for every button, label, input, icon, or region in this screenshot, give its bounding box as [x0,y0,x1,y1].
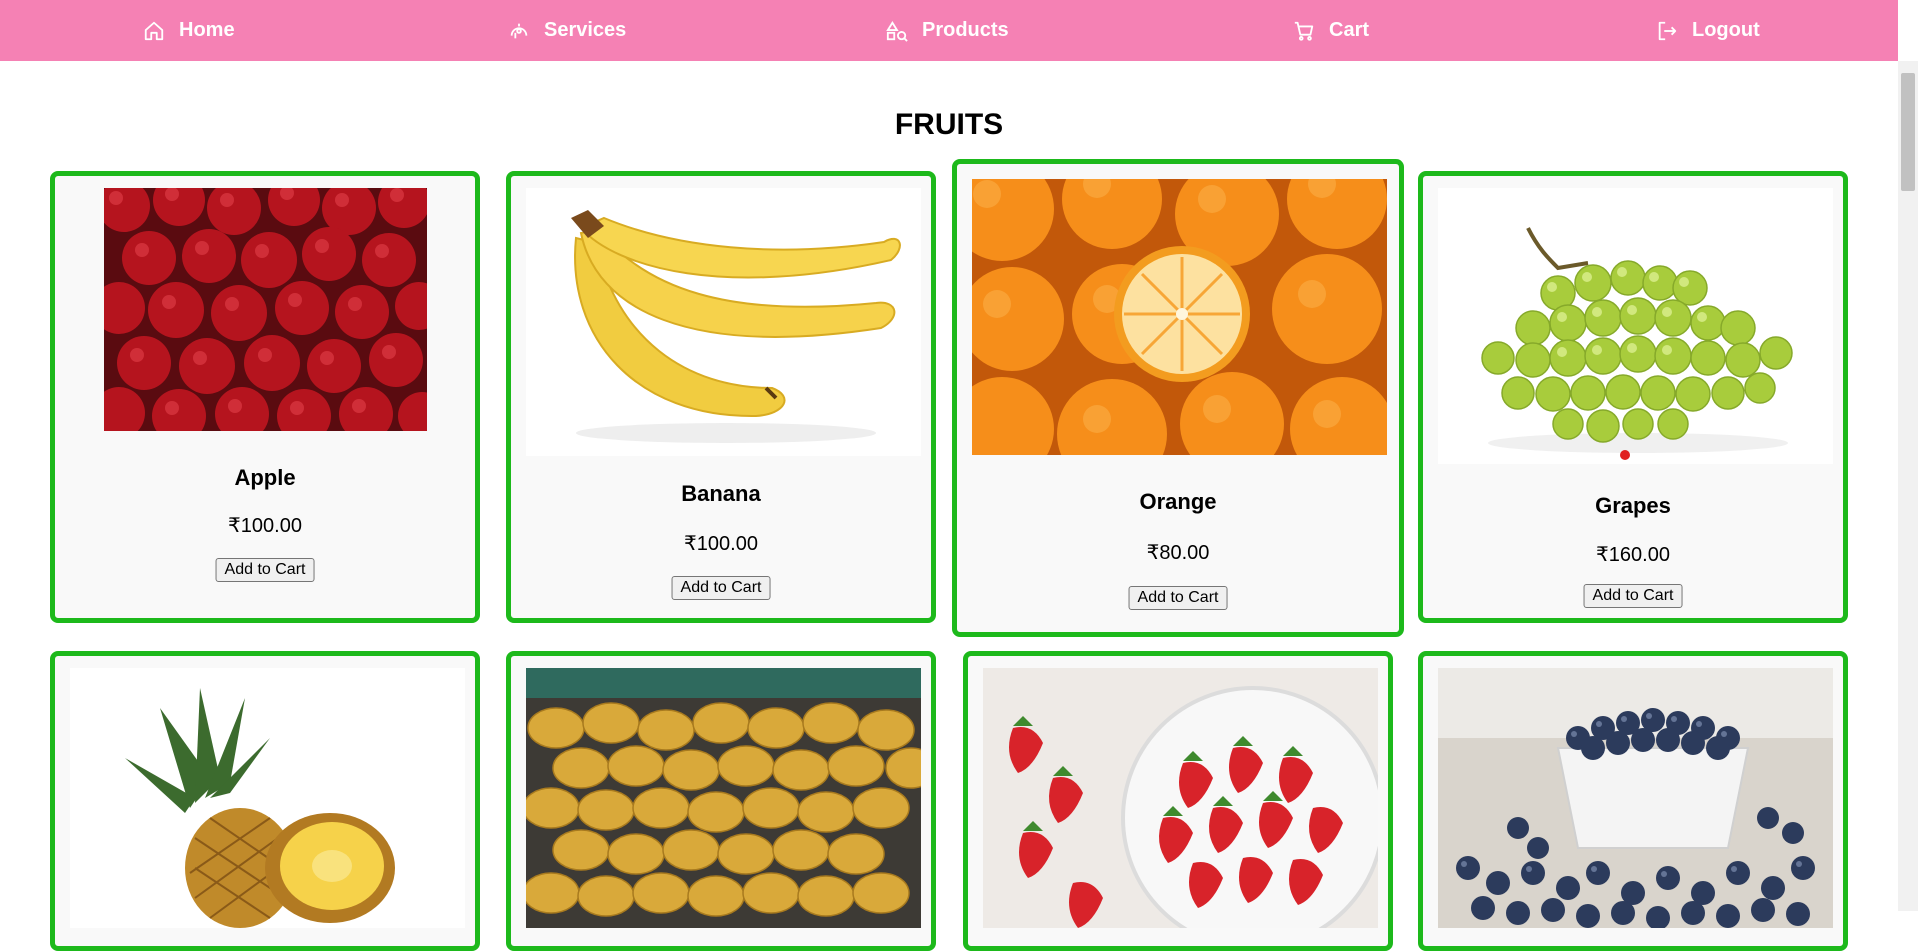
product-card-pineapple [50,651,480,951]
home-icon [144,21,164,40]
product-name: Grapes [1595,493,1671,518]
product-card-grapes: Grapes ₹160.00 Add to Cart [1418,171,1848,623]
product-price: ₹160.00 [1596,544,1670,566]
nav-services[interactable]: Services [508,0,626,61]
apple-image [104,188,427,431]
top-navbar: Home Services Products Cart Logout [0,0,1898,61]
nav-logout[interactable]: Logout [1656,0,1760,61]
nav-cart-label: Cart [1329,19,1370,41]
product-card-banana: Banana ₹100.00 Add to Cart [506,171,936,623]
mango-image [526,668,921,928]
logout-icon [1658,21,1677,40]
nav-products[interactable]: Products [886,0,1009,61]
nav-services-label: Services [544,19,627,41]
products-icon [886,20,908,42]
product-name: Banana [681,481,761,506]
indicator-dot [1620,450,1630,460]
product-card-strawberry [963,651,1393,951]
add-to-cart-button[interactable]: Add to Cart [1128,586,1228,610]
nav-logout-label: Logout [1692,19,1760,41]
blueberry-image [1438,668,1833,928]
product-card-blueberry [1418,651,1848,951]
nav-cart[interactable]: Cart [1293,0,1369,61]
add-to-cart-button[interactable]: Add to Cart [215,558,315,582]
product-card-apple: Apple ₹100.00 Add to Cart [50,171,480,623]
product-card-orange: Orange ₹80.00 Add to Cart [952,159,1404,637]
pineapple-image [70,668,465,928]
services-icon [510,23,528,38]
section-title: FRUITS [894,108,1004,141]
nav-products-label: Products [922,19,1009,41]
cart-icon [1294,21,1314,41]
scrollbar-thumb[interactable] [1901,73,1915,191]
product-price: ₹80.00 [1146,542,1210,564]
product-price: ₹100.00 [228,515,302,537]
grapes-image [1438,188,1833,464]
strawberry-image [983,668,1378,928]
add-to-cart-button[interactable]: Add to Cart [1583,584,1683,608]
nav-home-label: Home [179,19,235,41]
page-scrollbar[interactable] [1898,61,1918,911]
orange-image [972,179,1387,455]
product-name: Orange [1139,489,1217,514]
banana-image [526,188,921,456]
product-card-mango [506,651,936,951]
nav-home[interactable]: Home [143,0,235,61]
add-to-cart-button[interactable]: Add to Cart [671,576,771,600]
product-price: ₹100.00 [684,533,758,555]
product-name: Apple [234,465,296,490]
